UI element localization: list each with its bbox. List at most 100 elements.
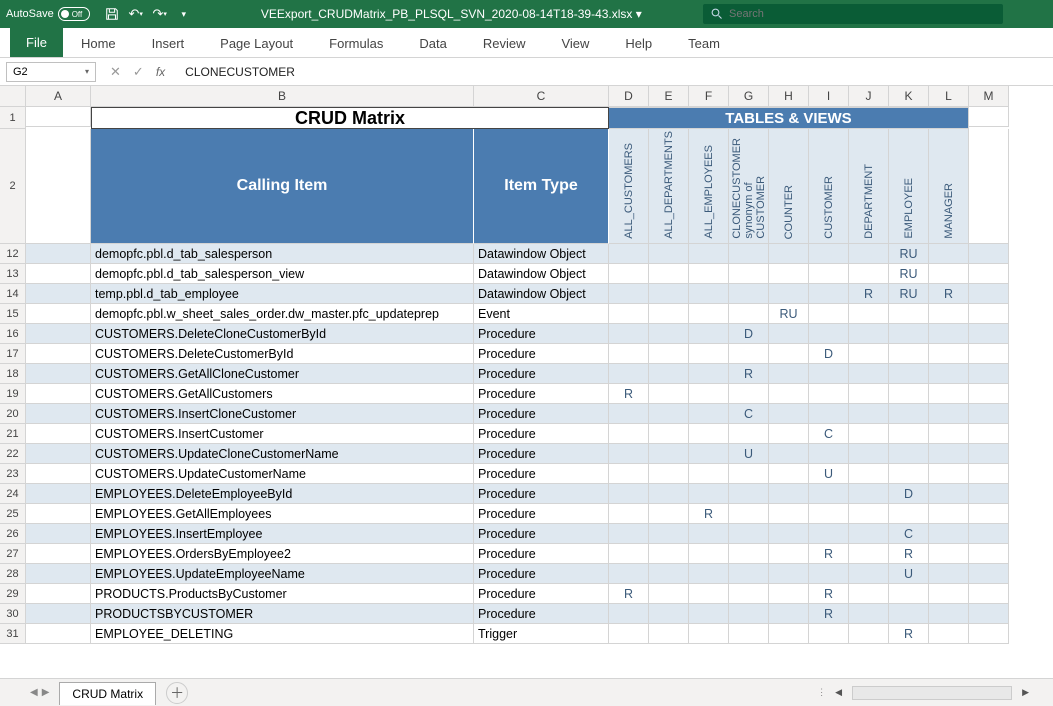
crud-value-cell[interactable] <box>929 544 969 564</box>
cell[interactable] <box>969 284 1009 304</box>
crud-value-cell[interactable] <box>649 444 689 464</box>
column-header[interactable]: G <box>729 86 769 107</box>
crud-value-cell[interactable] <box>729 624 769 644</box>
cell[interactable] <box>969 464 1009 484</box>
calling-item-cell[interactable]: EMPLOYEES.OrdersByEmployee2 <box>91 544 474 564</box>
crud-value-cell[interactable] <box>929 344 969 364</box>
item-type-cell[interactable]: Trigger <box>474 624 609 644</box>
row-header[interactable]: 1 <box>0 107 26 129</box>
crud-value-cell[interactable] <box>689 624 729 644</box>
cell[interactable] <box>969 604 1009 624</box>
crud-value-cell[interactable] <box>729 584 769 604</box>
crud-value-cell[interactable] <box>689 584 729 604</box>
crud-value-cell[interactable]: RU <box>889 264 929 284</box>
column-header[interactable]: J <box>849 86 889 107</box>
crud-value-cell[interactable] <box>689 564 729 584</box>
crud-value-cell[interactable] <box>929 444 969 464</box>
row-header[interactable]: 21 <box>0 424 26 444</box>
cell[interactable] <box>969 264 1009 284</box>
calling-item-cell[interactable]: demopfc.pbl.w_sheet_sales_order.dw_maste… <box>91 304 474 324</box>
crud-value-cell[interactable] <box>809 504 849 524</box>
table-column-header[interactable]: DEPARTMENT <box>849 129 889 244</box>
crud-value-cell[interactable]: RU <box>889 244 929 264</box>
cell[interactable] <box>26 404 91 424</box>
row-header[interactable]: 26 <box>0 524 26 544</box>
redo-icon[interactable]: ↷▾ <box>152 6 168 22</box>
crud-value-cell[interactable] <box>769 404 809 424</box>
crud-value-cell[interactable]: R <box>889 544 929 564</box>
ribbon-tab-help[interactable]: Help <box>607 30 670 57</box>
crud-value-cell[interactable]: R <box>809 584 849 604</box>
crud-value-cell[interactable]: RU <box>889 284 929 304</box>
item-type-cell[interactable]: Procedure <box>474 504 609 524</box>
table-column-header[interactable]: COUNTER <box>769 129 809 244</box>
crud-value-cell[interactable] <box>849 444 889 464</box>
cell[interactable] <box>26 504 91 524</box>
crud-value-cell[interactable] <box>609 564 649 584</box>
table-column-header[interactable]: ALL_CUSTOMERS <box>609 129 649 244</box>
crud-value-cell[interactable] <box>689 384 729 404</box>
crud-value-cell[interactable] <box>689 284 729 304</box>
cell[interactable] <box>969 384 1009 404</box>
crud-value-cell[interactable]: C <box>889 524 929 544</box>
calling-item-cell[interactable]: demopfc.pbl.d_tab_salesperson_view <box>91 264 474 284</box>
crud-value-cell[interactable] <box>609 304 649 324</box>
calling-item-cell[interactable]: CUSTOMERS.DeleteCloneCustomerById <box>91 324 474 344</box>
crud-value-cell[interactable] <box>649 524 689 544</box>
crud-value-cell[interactable] <box>649 424 689 444</box>
crud-value-cell[interactable] <box>649 244 689 264</box>
table-column-header[interactable]: EMPLOYEE <box>889 129 929 244</box>
cell[interactable] <box>26 244 91 264</box>
crud-value-cell[interactable] <box>929 424 969 444</box>
cell[interactable] <box>26 129 91 244</box>
item-type-cell[interactable]: Procedure <box>474 324 609 344</box>
crud-value-cell[interactable] <box>929 584 969 604</box>
item-type-header[interactable]: Item Type <box>474 129 609 244</box>
crud-value-cell[interactable] <box>889 584 929 604</box>
crud-value-cell[interactable] <box>849 544 889 564</box>
crud-value-cell[interactable] <box>769 584 809 604</box>
crud-value-cell[interactable] <box>769 444 809 464</box>
calling-item-header[interactable]: Calling Item <box>91 129 474 244</box>
crud-value-cell[interactable] <box>689 464 729 484</box>
crud-value-cell[interactable] <box>929 264 969 284</box>
crud-value-cell[interactable]: R <box>809 544 849 564</box>
crud-value-cell[interactable] <box>929 524 969 544</box>
cell[interactable] <box>969 244 1009 264</box>
cell[interactable] <box>969 524 1009 544</box>
crud-value-cell[interactable] <box>729 544 769 564</box>
cell[interactable] <box>969 484 1009 504</box>
ribbon-tab-insert[interactable]: Insert <box>134 30 203 57</box>
row-header[interactable]: 19 <box>0 384 26 404</box>
crud-value-cell[interactable] <box>889 384 929 404</box>
item-type-cell[interactable]: Datawindow Object <box>474 244 609 264</box>
calling-item-cell[interactable]: EMPLOYEES.UpdateEmployeeName <box>91 564 474 584</box>
cell[interactable] <box>969 424 1009 444</box>
cell[interactable] <box>26 544 91 564</box>
formula-input[interactable]: CLONECUSTOMER <box>175 65 1053 79</box>
cell[interactable] <box>969 404 1009 424</box>
crud-value-cell[interactable] <box>729 284 769 304</box>
calling-item-cell[interactable]: EMPLOYEES.GetAllEmployees <box>91 504 474 524</box>
calling-item-cell[interactable]: PRODUCTSBYCUSTOMER <box>91 604 474 624</box>
calling-item-cell[interactable]: CUSTOMERS.UpdateCloneCustomerName <box>91 444 474 464</box>
sheet-nav-next-icon[interactable]: ▶ <box>42 687 50 698</box>
crud-value-cell[interactable] <box>929 384 969 404</box>
item-type-cell[interactable]: Procedure <box>474 364 609 384</box>
crud-value-cell[interactable] <box>649 284 689 304</box>
crud-value-cell[interactable] <box>729 424 769 444</box>
split-handle-icon[interactable]: ⋮ <box>817 687 825 698</box>
crud-value-cell[interactable] <box>929 564 969 584</box>
crud-value-cell[interactable] <box>769 364 809 384</box>
item-type-cell[interactable]: Procedure <box>474 404 609 424</box>
crud-value-cell[interactable] <box>849 604 889 624</box>
crud-value-cell[interactable]: R <box>889 624 929 644</box>
cell[interactable] <box>969 544 1009 564</box>
calling-item-cell[interactable]: EMPLOYEES.InsertEmployee <box>91 524 474 544</box>
crud-value-cell[interactable] <box>929 604 969 624</box>
accept-icon[interactable]: ✓ <box>133 64 144 80</box>
table-column-header[interactable]: ALL_DEPARTMENTS <box>649 129 689 244</box>
cell[interactable] <box>26 424 91 444</box>
crud-value-cell[interactable] <box>889 344 929 364</box>
fx-icon[interactable]: fx <box>156 65 165 79</box>
